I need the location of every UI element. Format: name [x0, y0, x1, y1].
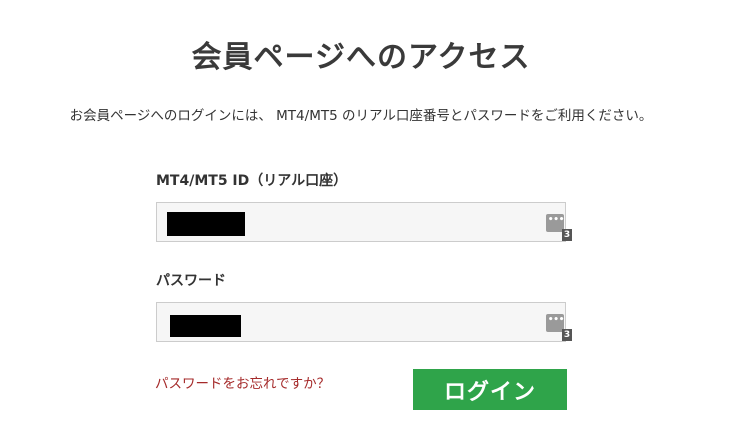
page-title: 会員ページへのアクセス: [191, 40, 531, 75]
password-manager-icon[interactable]: ••• 3: [546, 214, 572, 241]
account-id-label: MT4/MT5 ID（リアル口座）: [156, 173, 348, 189]
password-manager-badge: 3: [562, 229, 572, 241]
forgot-password-link[interactable]: パスワードをお忘れですか？: [155, 372, 330, 392]
intro-text: お会員ページへのログインには、 MT4/MT5 のリアル口座番号とパスワードをご…: [69, 108, 653, 124]
password-input[interactable]: ••• 3: [156, 302, 572, 342]
password-manager-icon[interactable]: ••• 3: [546, 314, 572, 341]
login-button[interactable]: ログイン: [413, 369, 567, 410]
account-id-input[interactable]: ••• 3: [156, 202, 572, 242]
dots-icon: •••: [548, 215, 565, 225]
redacted-value: [167, 212, 245, 236]
password-label: パスワード: [156, 273, 226, 289]
dots-icon: •••: [548, 315, 565, 325]
password-manager-badge: 3: [562, 329, 572, 341]
redacted-value: [170, 315, 241, 337]
